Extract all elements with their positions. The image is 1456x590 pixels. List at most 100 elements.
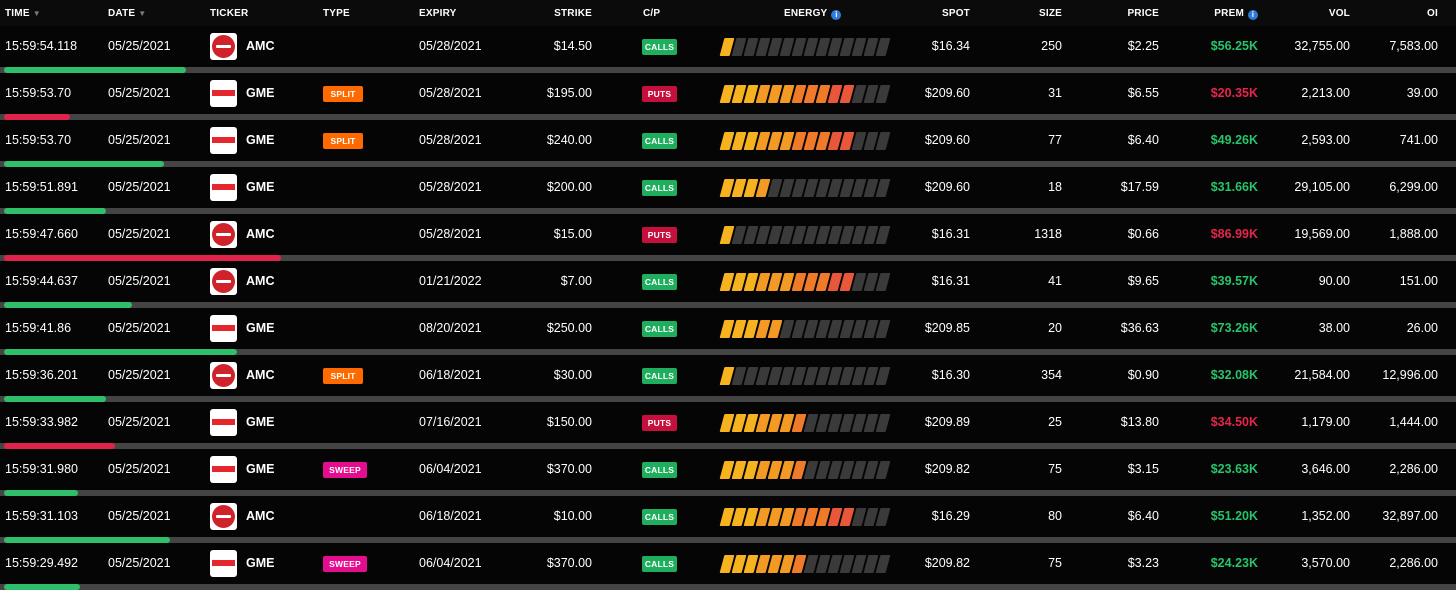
cell-spot: $16.29 [931, 509, 970, 523]
cell-ticker[interactable]: AMC [246, 368, 274, 382]
cell-price: $9.65 [1127, 274, 1159, 288]
col-header-strike[interactable]: STRIKE [532, 8, 592, 19]
cell-spot: $209.60 [924, 180, 970, 194]
table-row[interactable]: 15:59:44.637 05/25/2021 AMC 01/21/2022 $… [0, 261, 1456, 308]
cell-strike: $200.00 [546, 180, 592, 194]
energy-meter [719, 132, 892, 150]
type-badge: SPLIT [323, 133, 363, 149]
col-header-price[interactable]: PRICE [1099, 8, 1159, 19]
cell-strike: $30.00 [553, 368, 592, 382]
col-header-prem[interactable]: PREM i [1178, 8, 1258, 20]
cell-size: 25 [1048, 415, 1062, 429]
table-body: 15:59:54.118 05/25/2021 AMC 05/28/2021 $… [0, 26, 1456, 590]
table-row[interactable]: 15:59:53.70 05/25/2021 GME SPLIT 05/28/2… [0, 120, 1456, 167]
energy-meter [719, 38, 892, 56]
cell-spot: $16.30 [931, 368, 970, 382]
cell-ticker[interactable]: GME [246, 462, 274, 476]
cell-ticker[interactable]: AMC [246, 39, 274, 53]
col-header-time-label: TIME [5, 8, 30, 19]
table-row[interactable]: 15:59:41.86 05/25/2021 GME 08/20/2021 $2… [0, 308, 1456, 355]
col-header-time[interactable]: TIME ▼ [5, 8, 41, 19]
table-row[interactable]: 15:59:51.891 05/25/2021 GME 05/28/2021 $… [0, 167, 1456, 214]
cell-vol: 19,569.00 [1294, 227, 1350, 241]
table-row[interactable]: 15:59:53.70 05/25/2021 GME SPLIT 05/28/2… [0, 73, 1456, 120]
cell-size: 354 [1041, 368, 1062, 382]
cell-expiry: 08/20/2021 [419, 321, 482, 335]
amc-logo [210, 221, 237, 248]
cell-oi: 1,888.00 [1389, 227, 1438, 241]
cell-spot: $209.82 [924, 462, 970, 476]
col-header-oi[interactable]: OI [1378, 8, 1438, 19]
gamestop-logo [210, 409, 237, 436]
cell-vol: 2,593.00 [1301, 133, 1350, 147]
cell-price: $13.80 [1120, 415, 1159, 429]
cell-ticker[interactable]: AMC [246, 274, 274, 288]
table-row[interactable]: 15:59:33.982 05/25/2021 GME 07/16/2021 $… [0, 402, 1456, 449]
energy-meter [719, 414, 892, 432]
cp-badge: CALLS [642, 39, 677, 55]
cp-badge: CALLS [642, 556, 677, 572]
energy-segment [875, 367, 891, 385]
col-header-size[interactable]: SIZE [1002, 8, 1062, 19]
cell-prem: $51.20K [1210, 509, 1258, 523]
table-row[interactable]: 15:59:36.201 05/25/2021 AMC SPLIT 06/18/… [0, 355, 1456, 402]
cell-prem: $32.08K [1210, 368, 1258, 382]
cell-spot: $209.82 [924, 556, 970, 570]
table-header: TIME ▼ DATE ▼ TICKER TYPE EXPIRY STRIKE C/… [0, 0, 1456, 26]
col-header-energy[interactable]: ENERGY i [784, 8, 842, 20]
cp-badge: CALLS [642, 321, 677, 337]
col-header-vol[interactable]: VOL [1290, 8, 1350, 19]
cell-ticker[interactable]: GME [246, 415, 274, 429]
cell-vol: 3,570.00 [1301, 556, 1350, 570]
col-header-type[interactable]: TYPE [323, 8, 350, 19]
energy-meter [719, 179, 892, 197]
cell-price: $36.63 [1120, 321, 1159, 335]
cell-size: 31 [1048, 86, 1062, 100]
table-row[interactable]: 15:59:31.980 05/25/2021 GME SWEEP 06/04/… [0, 449, 1456, 496]
sort-desc-icon[interactable]: ▼ [33, 9, 41, 18]
table-row[interactable]: 15:59:54.118 05/25/2021 AMC 05/28/2021 $… [0, 26, 1456, 73]
cell-ticker[interactable]: GME [246, 86, 274, 100]
cell-time: 15:59:53.70 [5, 86, 72, 100]
cell-time: 15:59:53.70 [5, 133, 72, 147]
cell-ticker[interactable]: GME [246, 180, 274, 194]
table-row[interactable]: 15:59:31.103 05/25/2021 AMC 06/18/2021 $… [0, 496, 1456, 543]
table-row[interactable]: 15:59:47.660 05/25/2021 AMC 05/28/2021 $… [0, 214, 1456, 261]
energy-segment [875, 85, 891, 103]
amc-logo [210, 362, 237, 389]
cell-ticker[interactable]: GME [246, 133, 274, 147]
cell-strike: $250.00 [546, 321, 592, 335]
col-header-ticker[interactable]: TICKER [210, 8, 248, 19]
cell-prem: $73.26K [1210, 321, 1258, 335]
cell-size: 18 [1048, 180, 1062, 194]
col-header-spot[interactable]: SPOT [910, 8, 970, 19]
type-badge: SWEEP [323, 462, 367, 478]
col-header-expiry[interactable]: EXPIRY [419, 8, 457, 19]
cell-oi: 741.00 [1399, 133, 1438, 147]
cp-badge: CALLS [642, 368, 677, 384]
col-header-energy-label: ENERGY [784, 8, 828, 19]
cell-expiry: 06/04/2021 [419, 462, 482, 476]
cell-ticker[interactable]: GME [246, 556, 274, 570]
amc-logo [210, 268, 237, 295]
cp-badge: CALLS [642, 462, 677, 478]
info-icon[interactable]: i [831, 10, 842, 20]
cell-ticker[interactable]: AMC [246, 509, 274, 523]
sort-desc-icon[interactable]: ▼ [138, 9, 146, 18]
cell-expiry: 06/04/2021 [419, 556, 482, 570]
col-header-date[interactable]: DATE ▼ [108, 8, 146, 19]
cell-ticker[interactable]: AMC [246, 227, 274, 241]
cell-oi: 26.00 [1406, 321, 1438, 335]
cp-badge: PUTS [642, 86, 677, 102]
cp-badge: PUTS [642, 415, 677, 431]
cell-expiry: 05/28/2021 [419, 133, 482, 147]
cell-vol: 90.00 [1318, 274, 1350, 288]
cell-date: 05/25/2021 [108, 274, 171, 288]
col-header-cp[interactable]: C/P [643, 8, 660, 19]
info-icon[interactable]: i [1248, 10, 1258, 20]
cell-spot: $209.60 [924, 86, 970, 100]
cell-strike: $150.00 [546, 415, 592, 429]
cell-expiry: 06/18/2021 [419, 368, 482, 382]
cell-ticker[interactable]: GME [246, 321, 274, 335]
cell-prem: $31.66K [1210, 180, 1258, 194]
